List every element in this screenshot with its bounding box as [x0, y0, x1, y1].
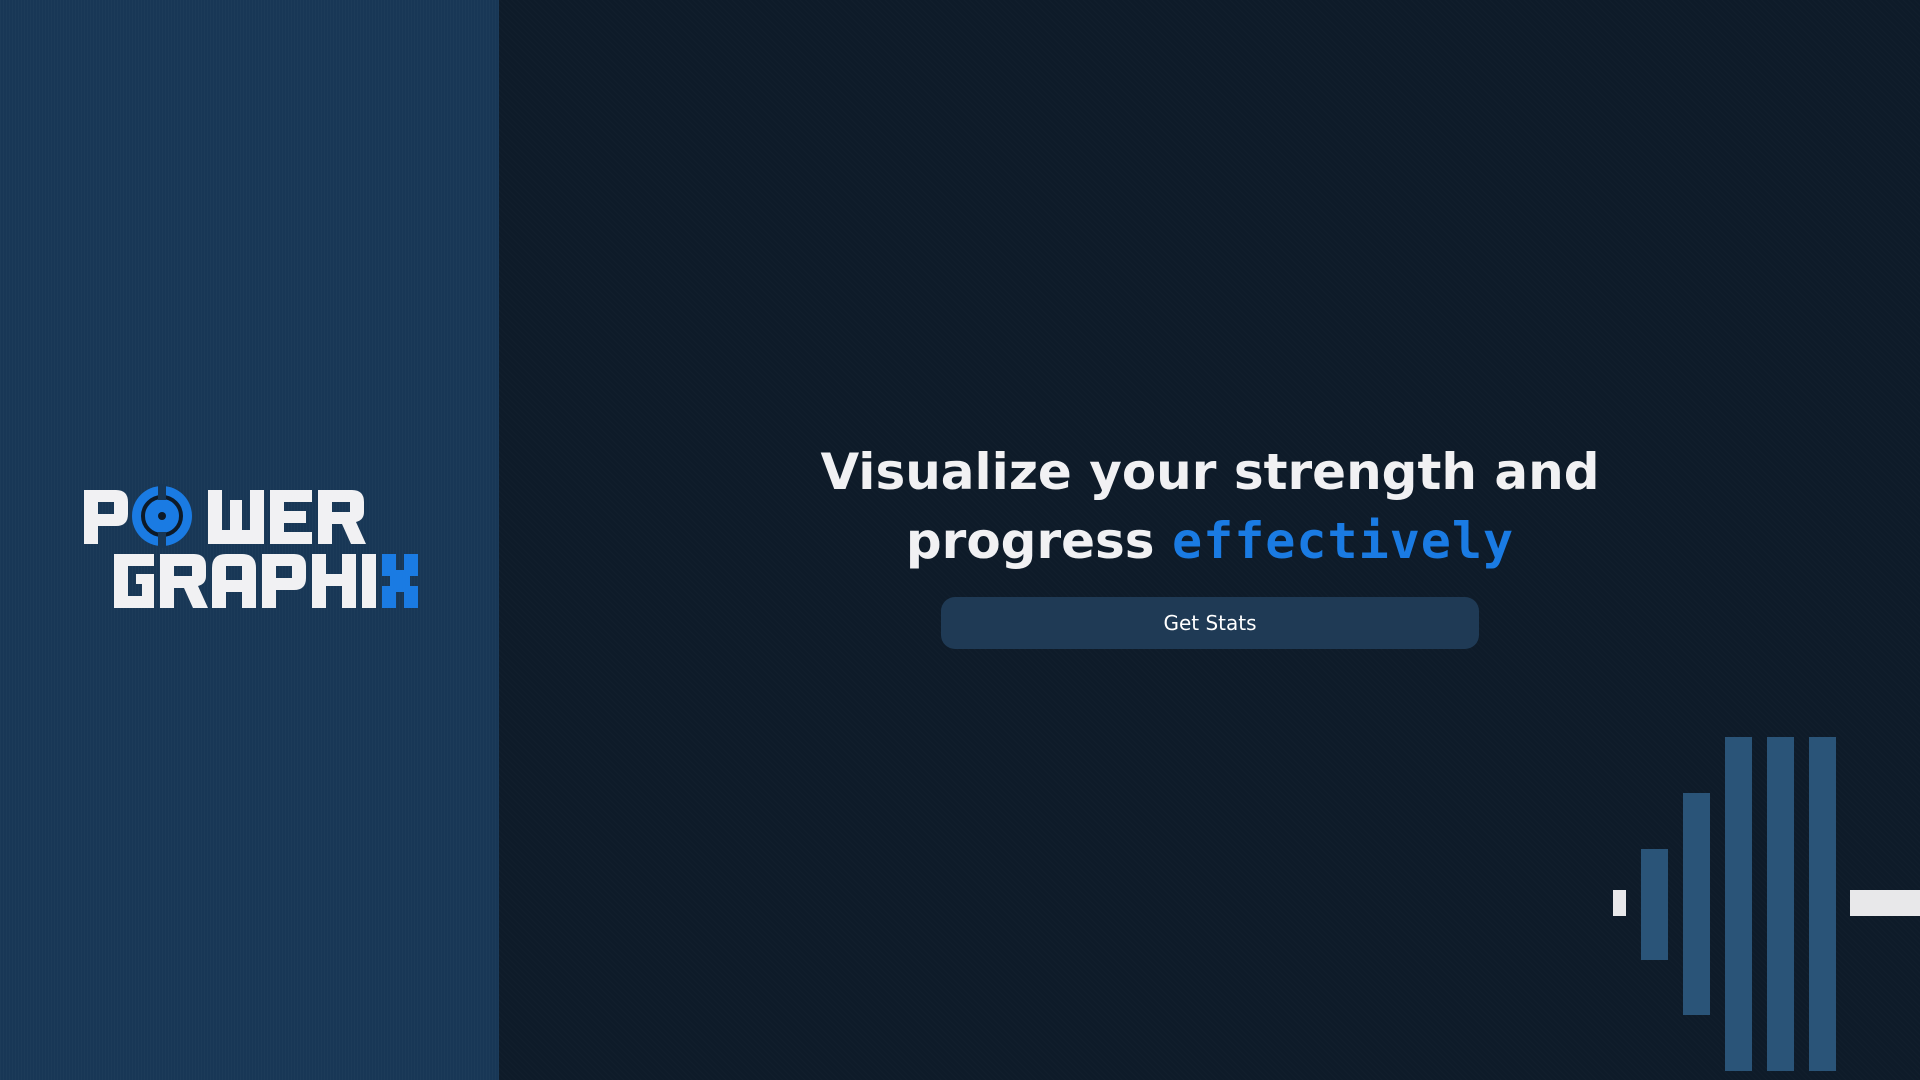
weight-plate-icon: [132, 484, 192, 548]
brand-logo-graphic: [84, 484, 418, 608]
hero-headline: Visualize your strength and progress eff…: [760, 438, 1660, 576]
hero-headline-accent: effectively: [1171, 512, 1515, 570]
sidebar: [0, 0, 499, 1080]
get-stats-button[interactable]: Get Stats: [941, 597, 1479, 649]
barbell-icon: [1610, 735, 1920, 1080]
brand-logo[interactable]: [80, 478, 420, 618]
